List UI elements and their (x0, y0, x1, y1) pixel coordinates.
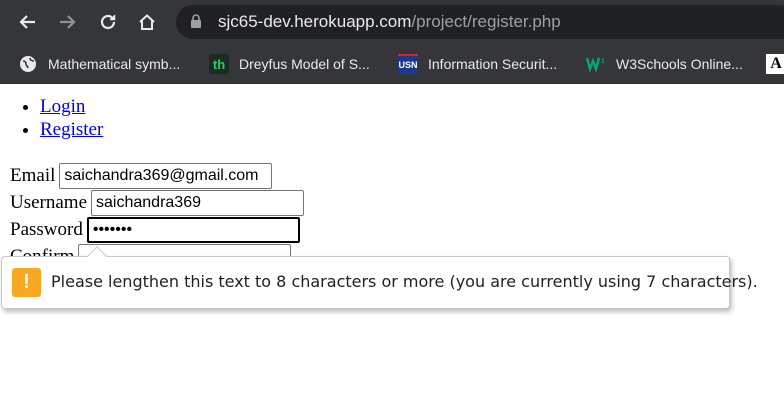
home-button[interactable] (133, 8, 161, 36)
bookmark-label: Information Securit... (428, 56, 558, 72)
reload-icon (100, 14, 116, 30)
email-label: Email (10, 165, 56, 186)
url-text: sjc65-dev.herokuapp.com/project/register… (218, 12, 561, 32)
url-host: sjc65-dev.herokuapp.com (218, 12, 412, 31)
page-content: Login Register Email Username Password C… (0, 85, 784, 393)
validation-message: Please lengthen this text to 8 character… (51, 272, 758, 291)
nav-item-login: Login (40, 95, 103, 118)
th-favicon-icon: th (209, 54, 229, 74)
username-field[interactable] (91, 190, 305, 216)
forward-arrow-icon (60, 15, 76, 29)
url-path: /project/register.php (411, 12, 561, 31)
back-button[interactable] (14, 8, 42, 36)
bookmark-dreyfus-model[interactable]: th Dreyfus Model of S... (209, 52, 370, 76)
w3schools-favicon-icon: 3 (586, 54, 606, 74)
password-row: Password (10, 217, 300, 243)
forward-button[interactable] (53, 8, 81, 36)
address-bar[interactable]: sjc65-dev.herokuapp.com/project/register… (176, 5, 784, 39)
back-arrow-icon (19, 15, 35, 29)
home-icon (139, 14, 155, 30)
password-field[interactable] (86, 217, 300, 243)
bookmark-mathematical-symbols[interactable]: Mathematical symb... (18, 52, 180, 76)
usn-favicon-icon: USN (398, 54, 418, 74)
bookmark-label: W3Schools Online... (616, 56, 743, 72)
bookmark-information-security[interactable]: USN Information Securit... (398, 52, 557, 76)
bookmark-label: Dreyfus Model of S... (239, 56, 370, 72)
browser-toolbar: sjc65-dev.herokuapp.com/project/register… (0, 0, 784, 44)
reload-button[interactable] (94, 8, 122, 36)
email-row: Email (10, 163, 273, 189)
username-label: Username (10, 192, 88, 213)
email-field[interactable] (59, 163, 273, 189)
login-link[interactable]: Login (40, 96, 85, 117)
bookmark-label: Mathematical symb... (48, 56, 181, 72)
warning-icon: ! (12, 268, 41, 297)
lock-icon (190, 14, 202, 34)
username-row: Username (10, 190, 305, 216)
nav-item-register: Register (40, 118, 103, 141)
validation-tooltip: ! Please lengthen this text to 8 charact… (1, 246, 758, 309)
globe-icon (18, 54, 38, 74)
password-label: Password (10, 219, 83, 240)
nav-list: Login Register (0, 95, 103, 141)
bookmarks-bar: Mathematical symb... th Dreyfus Model of… (0, 44, 784, 84)
bookmark-overflow-icon[interactable]: A (766, 54, 784, 74)
svg-text:3: 3 (601, 59, 605, 65)
register-link[interactable]: Register (40, 119, 103, 140)
bookmark-w3schools[interactable]: 3 W3Schools Online... (586, 52, 743, 76)
